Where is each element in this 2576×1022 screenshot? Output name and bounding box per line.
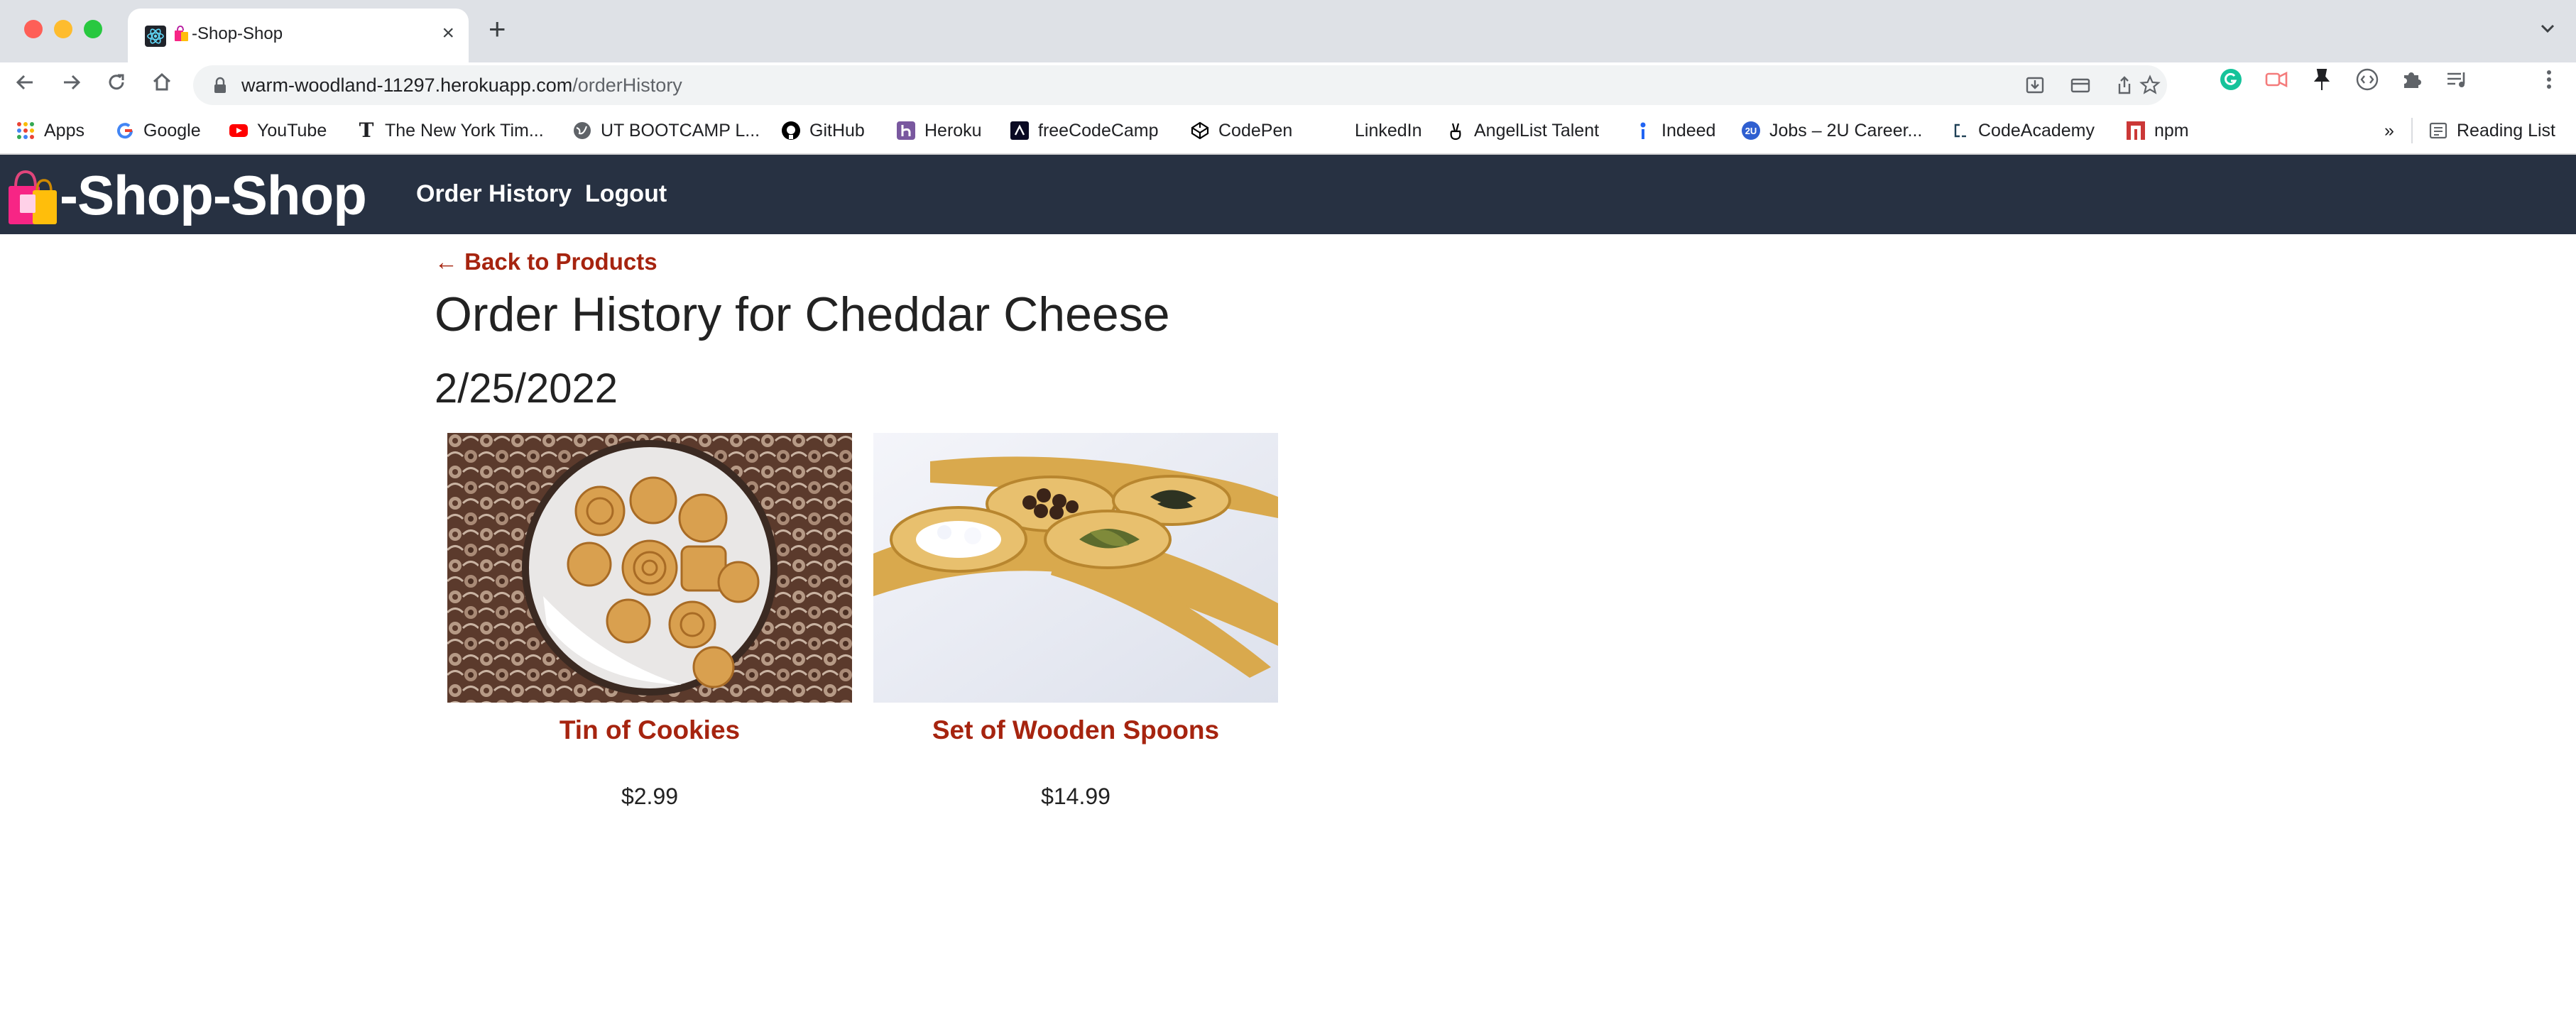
freecodecamp-icon	[1010, 121, 1029, 140]
2u-icon: 2U	[1742, 121, 1760, 140]
maximize-window-button[interactable]	[84, 20, 102, 38]
github-icon	[782, 121, 800, 140]
back-arrow-icon[interactable]	[11, 68, 40, 97]
react-favicon-icon	[145, 26, 166, 47]
heroku-icon	[897, 121, 915, 140]
brand-name: -Shop-Shop	[60, 164, 367, 226]
bookmarks-divider	[2411, 118, 2413, 143]
screencast-extension-icon[interactable]	[2264, 67, 2289, 92]
reading-list-button[interactable]: Reading List	[2428, 118, 2555, 143]
back-to-products-link[interactable]: ← Back to Products	[435, 248, 657, 275]
bookmark-codeacademy[interactable]: CodeAcademy	[1950, 118, 2095, 143]
npm-icon	[2127, 121, 2145, 140]
reading-list-icon	[2429, 122, 2447, 139]
close-tab-icon[interactable]: ×	[442, 23, 454, 44]
bookmark-github[interactable]: GitHub	[781, 118, 865, 143]
bookmark-npm[interactable]: npm	[2126, 118, 2189, 143]
bookmark-2u-jobs[interactable]: 2U Jobs – 2U Career...	[1741, 118, 1922, 143]
forward-arrow-icon[interactable]	[57, 68, 85, 97]
code-extension-icon[interactable]	[2354, 67, 2380, 92]
pin-extension-icon[interactable]	[2309, 67, 2335, 92]
install-app-icon[interactable]	[2024, 74, 2046, 97]
indeed-icon	[1640, 122, 1646, 139]
product-card-tin-of-cookies[interactable]: Tin of Cookies $2.99	[447, 433, 852, 810]
svg-text:2U: 2U	[1745, 126, 1757, 136]
browser-menu-icon[interactable]	[2536, 67, 2562, 92]
product-name[interactable]: Set of Wooden Spoons	[873, 715, 1278, 745]
product-name[interactable]: Tin of Cookies	[447, 715, 852, 745]
reload-icon[interactable]	[102, 68, 131, 97]
bookmark-indeed[interactable]: Indeed	[1633, 118, 1715, 143]
bookmark-google[interactable]: Google	[115, 118, 201, 143]
media-queue-icon[interactable]	[2444, 67, 2469, 92]
google-icon	[117, 123, 133, 139]
bookmark-freecodecamp[interactable]: freeCodeCamp	[1010, 118, 1159, 143]
product-card-wooden-spoons[interactable]: Set of Wooden Spoons $14.99	[873, 433, 1278, 810]
brand-logo[interactable]: -Shop-Shop	[6, 163, 367, 228]
order-date: 2/25/2022	[435, 366, 618, 412]
bookmarks-bar: Apps Google YouTube T The New York Tim...…	[0, 108, 2576, 153]
browser-tabstrip: -Shop-Shop × +	[0, 0, 2576, 62]
grammarly-extension-icon[interactable]	[2218, 67, 2244, 92]
nyt-icon: T	[359, 119, 374, 142]
payment-card-icon[interactable]	[2069, 74, 2092, 97]
bookmarks-overflow-button[interactable]: »	[2384, 118, 2394, 143]
bookmark-heroku[interactable]: Heroku	[896, 118, 982, 143]
app-header: -Shop-Shop Order History Logout	[0, 155, 2576, 234]
lock-icon[interactable]	[213, 77, 227, 94]
youtube-icon	[229, 124, 248, 137]
page-title: Order History for Cheddar Cheese	[435, 287, 1170, 341]
close-window-button[interactable]	[24, 20, 43, 38]
bookmark-codepen[interactable]: CodePen	[1190, 118, 1292, 143]
tab-title: -Shop-Shop	[173, 24, 283, 44]
nav-logout[interactable]: Logout	[585, 180, 667, 208]
browser-tab-active[interactable]: -Shop-Shop ×	[128, 9, 469, 62]
bookmark-linkedin[interactable]: LinkedIn	[1355, 118, 1422, 143]
angellist-icon	[1450, 123, 1461, 141]
cookie-tin-image[interactable]	[447, 433, 852, 703]
apps-grid-icon	[17, 122, 34, 139]
nav-order-history[interactable]: Order History	[416, 180, 572, 208]
bookmark-angellist[interactable]: AngelList Talent	[1446, 118, 1599, 143]
bookmark-nyt[interactable]: T The New York Tim...	[356, 118, 544, 143]
share-icon[interactable]	[2113, 74, 2136, 97]
shopping-bags-icon	[175, 26, 188, 41]
codecademy-icon	[1954, 123, 1966, 138]
extensions-puzzle-icon[interactable]	[2398, 67, 2424, 92]
bookmark-apps[interactable]: Apps	[16, 118, 84, 143]
minimize-window-button[interactable]	[54, 20, 72, 38]
bookmark-youtube[interactable]: YouTube	[229, 118, 327, 143]
bookmark-star-icon[interactable]	[2139, 74, 2161, 97]
address-bar[interactable]: warm-woodland-11297.herokuapp.com/orderH…	[193, 65, 2167, 105]
bookmark-ut-bootcamp[interactable]: UT BOOTCAMP L...	[572, 118, 760, 143]
url-text[interactable]: warm-woodland-11297.herokuapp.com/orderH…	[241, 75, 682, 97]
globe-icon	[574, 122, 591, 139]
codepen-icon	[1191, 121, 1209, 140]
new-tab-icon[interactable]: +	[489, 14, 506, 44]
product-price: $14.99	[1041, 784, 1110, 809]
shopping-bags-icon	[9, 170, 57, 224]
home-icon[interactable]	[148, 68, 176, 97]
product-price: $2.99	[621, 784, 679, 809]
tab-search-chevron-icon[interactable]	[2536, 17, 2559, 40]
wooden-spoons-image[interactable]	[873, 433, 1278, 703]
